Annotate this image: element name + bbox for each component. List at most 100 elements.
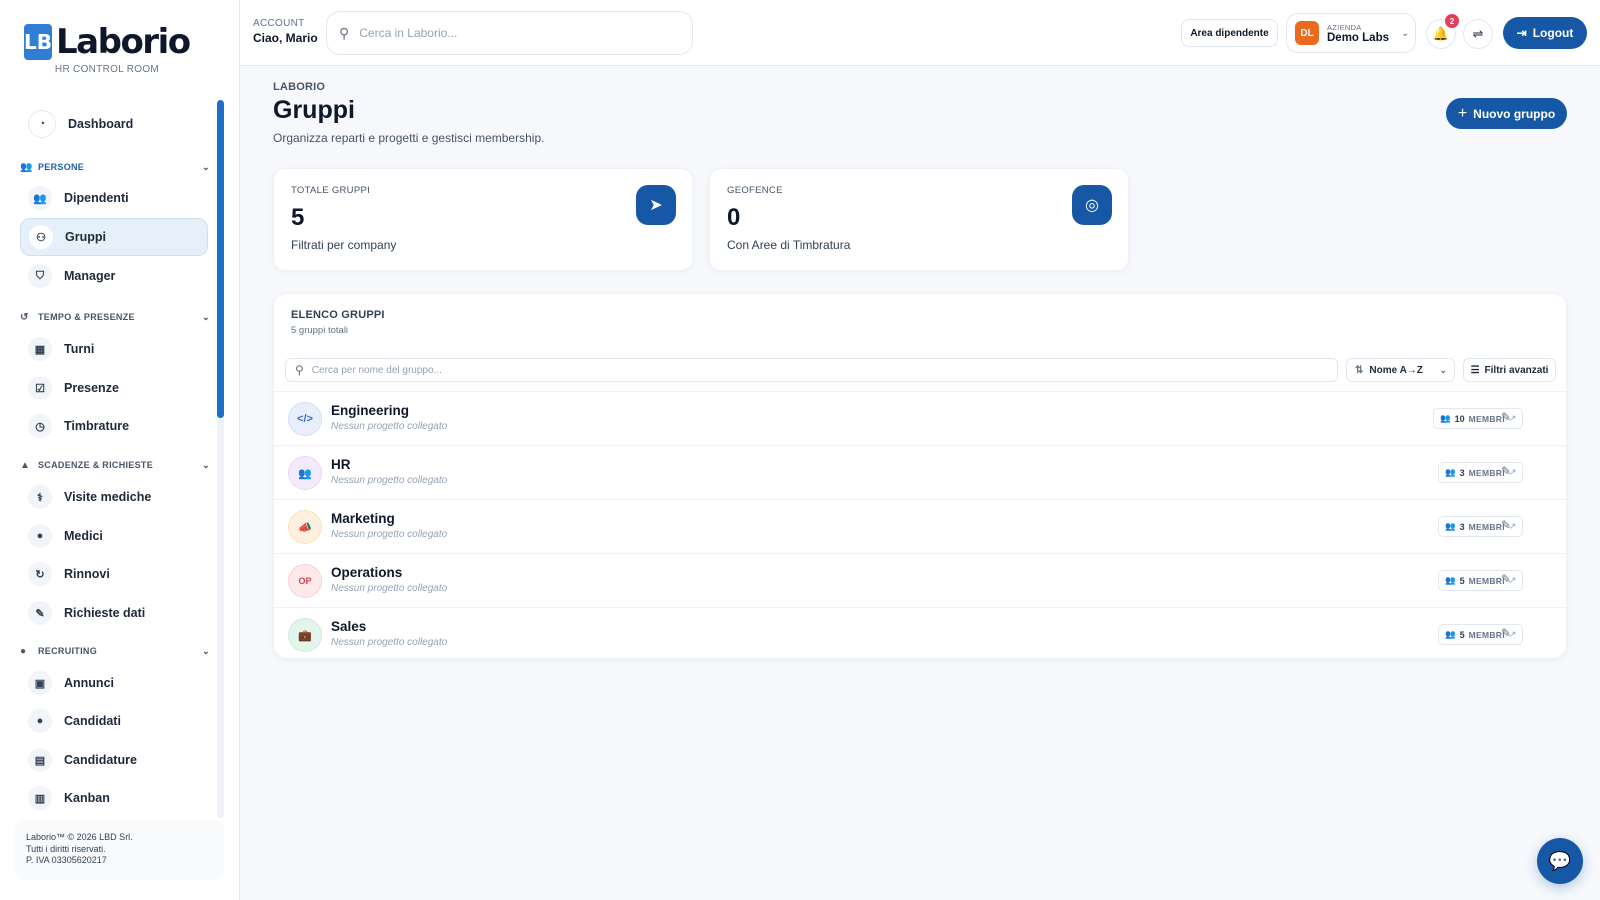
paper-plane-icon: ➤ — [636, 185, 676, 225]
sidebar-item-label: Dipendenti — [64, 191, 129, 205]
group-row-marketing[interactable]: 📣 Marketing Nessun progetto collegato 👥 … — [274, 499, 1568, 553]
stat-card-geofence: GEOFENCE 0 Con Aree di Timbratura ◎ — [709, 168, 1129, 271]
sidebar-item-label: Medici — [64, 529, 103, 543]
notification-badge: 2 — [1445, 14, 1459, 28]
members-label: MEMBRI — [1468, 575, 1505, 586]
sidebar-item-manager[interactable]: ⛉ Manager — [20, 257, 208, 295]
group-projects: Nessun progetto collegato — [331, 529, 448, 540]
sidebar-item-gruppi[interactable]: ⚇ Gruppi — [20, 218, 208, 256]
initials-icon: OP — [288, 564, 322, 598]
edit-icon[interactable]: ✎ — [1501, 572, 1511, 586]
doctor-icon: ● — [28, 524, 52, 548]
new-group-button[interactable]: + Nuovo gruppo — [1446, 98, 1567, 129]
global-search[interactable]: ⚲ — [326, 11, 693, 55]
sidebar-item-presenze[interactable]: ☑ Presenze — [20, 369, 208, 407]
clipboard-icon: ▤ — [28, 748, 52, 772]
sidebar-item-richieste-dati[interactable]: ✎ Richieste dati — [20, 594, 208, 632]
brand-logo[interactable]: LB Laborio HR CONTROL ROOM — [24, 24, 191, 75]
members-label: MEMBRI — [1468, 521, 1505, 532]
sidebar-item-kanban[interactable]: ▥ Kanban — [20, 779, 208, 817]
group-name[interactable]: Marketing — [331, 511, 395, 526]
group-row-operations[interactable]: OP Operations Nessun progetto collegato … — [274, 553, 1568, 607]
edit-icon[interactable]: ✎ — [1501, 518, 1511, 532]
topbar: ACCOUNT Ciao, Mario ⚲ Area dipendente DL… — [240, 0, 1600, 66]
sidebar-item-label: Gruppi — [65, 230, 106, 244]
members-count: 10 — [1454, 413, 1465, 424]
sidebar-item-candidati[interactable]: ● Candidati — [20, 702, 208, 740]
scrollbar-thumb[interactable] — [217, 100, 224, 418]
people-icon: 👥 — [288, 456, 322, 490]
edit-icon[interactable]: ✎ — [1501, 410, 1511, 424]
group-search-input[interactable] — [311, 364, 1312, 376]
sidebar-item-visite-mediche[interactable]: ⚕ Visite mediche — [20, 478, 208, 516]
section-label: PERSONE — [38, 162, 85, 172]
chat-bubble-icon: 💬 — [1548, 850, 1572, 871]
refresh-icon: ↻ — [28, 562, 52, 586]
group-name[interactable]: Engineering — [331, 403, 409, 418]
groups-list-card: ELENCO GRUPPI 5 gruppi totali ⚲ ⇅ Nome A… — [273, 293, 1568, 661]
group-name[interactable]: Operations — [331, 565, 402, 580]
chevron-down-icon: ⌄ — [202, 459, 210, 470]
bell-icon: 🔔 — [1432, 26, 1450, 41]
sidebar-section-recruiting[interactable]: ● RECRUITING ⌄ — [20, 642, 210, 660]
sidebar-item-medici[interactable]: ● Medici — [20, 517, 208, 555]
sidebar-section-tempo[interactable]: ↺ TEMPO & PRESENZE ⌄ — [20, 308, 210, 326]
sidebar-item-rinnovi[interactable]: ↻ Rinnovi — [20, 555, 208, 593]
kanban-icon: ▥ — [28, 786, 52, 810]
sidebar-item-dipendenti[interactable]: 👥 Dipendenti — [20, 179, 208, 217]
user-icon: ● — [28, 709, 52, 733]
company-avatar: DL — [1295, 21, 1319, 45]
sidebar-section-scadenze[interactable]: ▲ SCADENZE & RICHIESTE ⌄ — [20, 456, 210, 474]
group-name[interactable]: HR — [331, 457, 351, 472]
sidebar-section-persone[interactable]: 👥 PERSONE ⌄ — [20, 158, 210, 176]
sidebar-scrollbar[interactable] — [217, 100, 224, 818]
edit-icon[interactable]: ✎ — [1501, 626, 1511, 640]
notifications-button[interactable]: 🔔 2 — [1426, 14, 1459, 49]
sidebar-item-label: Manager — [64, 269, 116, 283]
members-count: 3 — [1459, 467, 1465, 478]
group-row-engineering[interactable]: </> Engineering Nessun progetto collegat… — [274, 391, 1568, 445]
chat-button[interactable]: 💬 — [1537, 838, 1583, 884]
group-row-sales[interactable]: 💼 Sales Nessun progetto collegato 👥 5 ME… — [274, 607, 1568, 661]
filter-sliders-icon: ☰ — [1470, 364, 1480, 376]
filters-label: Filtri avanzati — [1484, 364, 1549, 376]
sidebar-item-dashboard[interactable]: ◔ Dashboard — [20, 107, 208, 141]
sort-select[interactable]: ⇅ Nome A→Z ⌄ — [1346, 358, 1455, 382]
account-label: ACCOUNT — [253, 18, 305, 29]
location-target-icon: ◎ — [1072, 185, 1112, 225]
users-icon: 👥 — [1445, 629, 1456, 639]
employee-area-button[interactable]: Area dipendente — [1181, 19, 1278, 47]
settings-toggle-button[interactable]: ⇌ — [1463, 19, 1493, 49]
chevron-down-icon: ⌄ — [202, 645, 210, 656]
stat-card-total-groups: TOTALE GRUPPI 5 Filtrati per company ➤ — [273, 168, 693, 271]
global-search-input[interactable] — [359, 26, 660, 40]
account-greeting: ACCOUNT Ciao, Mario — [253, 18, 318, 45]
company-switcher[interactable]: DL AZIENDA Demo Labs ⌄ — [1286, 13, 1416, 53]
warning-icon: ▲ — [20, 459, 31, 471]
edit-icon[interactable]: ✎ — [1501, 464, 1511, 478]
members-count: 5 — [1459, 575, 1465, 586]
sidebar-item-label: Timbrature — [64, 419, 130, 433]
sidebar-item-label: Turni — [64, 342, 95, 356]
list-count: 5 gruppi totali — [291, 325, 349, 336]
stat-subtitle: Con Aree di Timbratura — [727, 238, 851, 252]
sidebar-item-turni[interactable]: ▦ Turni — [20, 330, 208, 368]
clock-icon: ◷ — [28, 414, 52, 438]
group-search[interactable]: ⚲ — [285, 358, 1338, 382]
stethoscope-icon: ⚕ — [28, 485, 52, 509]
group-name[interactable]: Sales — [331, 619, 366, 634]
sidebar-item-timbrature[interactable]: ◷ Timbrature — [20, 407, 208, 445]
stat-label: TOTALE GRUPPI — [291, 185, 371, 196]
user-icon: ● — [20, 645, 27, 657]
sidebar-item-annunci[interactable]: ▣ Annunci — [20, 664, 208, 702]
sidebar: LB Laborio HR CONTROL ROOM ◔ Dashboard 👥… — [0, 0, 240, 900]
advanced-filters-button[interactable]: ☰ Filtri avanzati — [1463, 358, 1556, 382]
sidebar-item-label: Presenze — [64, 381, 119, 395]
megaphone-icon: 📣 — [288, 510, 322, 544]
members-label: MEMBRI — [1468, 413, 1505, 424]
group-row-hr[interactable]: 👥 HR Nessun progetto collegato 👥 3 MEMBR… — [274, 445, 1568, 499]
logout-button[interactable]: ⇥ Logout — [1503, 17, 1587, 49]
company-name: Demo Labs — [1327, 31, 1389, 44]
sidebar-item-label: Richieste dati — [64, 606, 146, 620]
sidebar-item-candidature[interactable]: ▤ Candidature — [20, 741, 208, 779]
